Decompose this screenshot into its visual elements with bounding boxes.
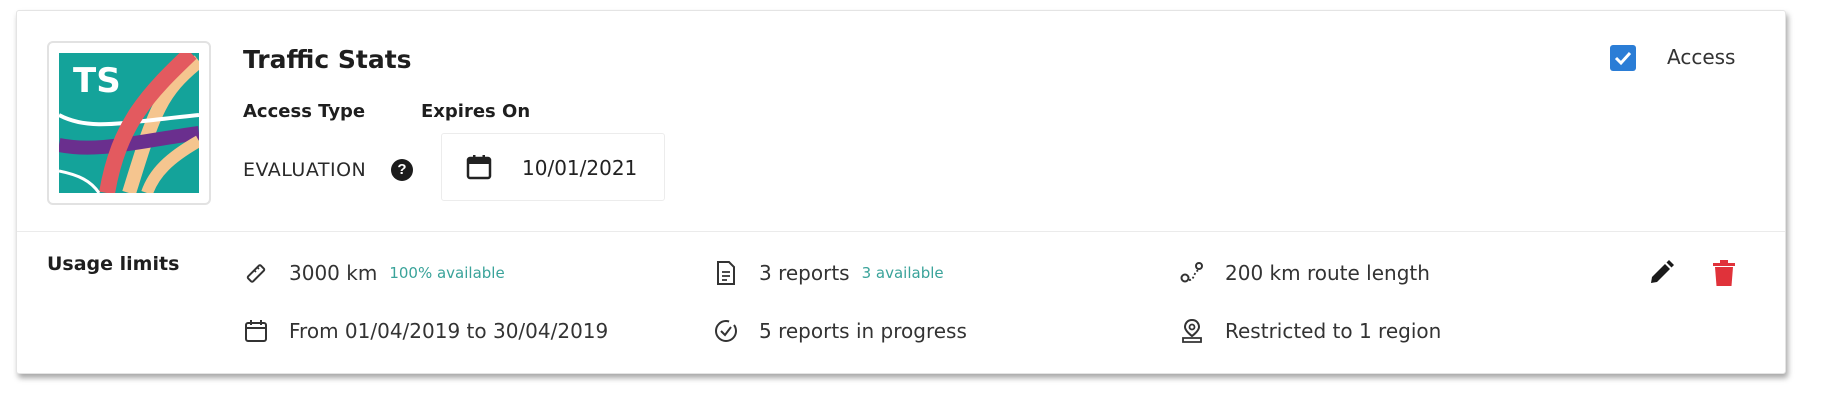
usage-limit-distance-text: 3000 km [289,261,378,285]
expires-on-date-field[interactable]: 10/01/2021 [441,133,665,201]
app-logo-text: TS [73,61,121,101]
usage-limit-region-text: Restricted to 1 region [1225,319,1442,343]
access-checkbox[interactable] [1610,45,1636,71]
usage-limit-distance-badge: 100% available [389,264,505,282]
ruler-icon [243,260,269,286]
calendar-icon[interactable] [466,154,492,185]
question-circle-icon[interactable]: ? [391,159,413,181]
usage-limit-reports: 3 reports 3 available [713,259,944,287]
usage-limit-reports-text: 3 reports [759,261,850,285]
app-name: Traffic Stats [243,45,412,74]
access-type-value: EVALUATION [243,159,367,181]
usage-limit-route-length-text: 200 km route length [1225,261,1430,285]
document-icon [713,260,739,286]
usage-limit-route-length: 200 km route length [1179,259,1430,287]
progress-check-icon [713,318,739,344]
usage-limit-date-range: From 01/04/2019 to 30/04/2019 [243,317,608,345]
product-access-card: TS Traffic Stats Access Type Expires On … [16,10,1786,374]
usage-limit-reports-in-progress: 5 reports in progress [713,317,967,345]
card-header: TS Traffic Stats Access Type Expires On … [17,11,1785,231]
card-divider [17,231,1785,232]
usage-limit-reports-badge: 3 available [861,264,944,282]
access-type-label: Access Type [243,101,366,122]
calendar-icon [243,318,269,344]
expires-on-date-value: 10/01/2021 [522,156,638,180]
app-logo: TS [47,41,211,205]
trash-icon[interactable] [1711,259,1737,287]
usage-limit-date-range-text: From 01/04/2019 to 30/04/2019 [289,319,609,343]
location-pin-icon [1179,318,1205,344]
expires-on-label: Expires On [421,101,531,122]
usage-limits-title: Usage limits [47,253,180,275]
access-checkbox-label[interactable]: Access [1667,45,1735,69]
usage-limit-reports-in-progress-text: 5 reports in progress [759,319,967,343]
edit-button[interactable] [1647,259,1675,287]
delete-button[interactable] [1711,259,1739,287]
usage-limit-region: Restricted to 1 region [1179,317,1441,345]
pencil-icon[interactable] [1647,259,1675,287]
route-icon [1179,260,1205,286]
usage-limit-distance: 3000 km 100% available [243,259,505,287]
